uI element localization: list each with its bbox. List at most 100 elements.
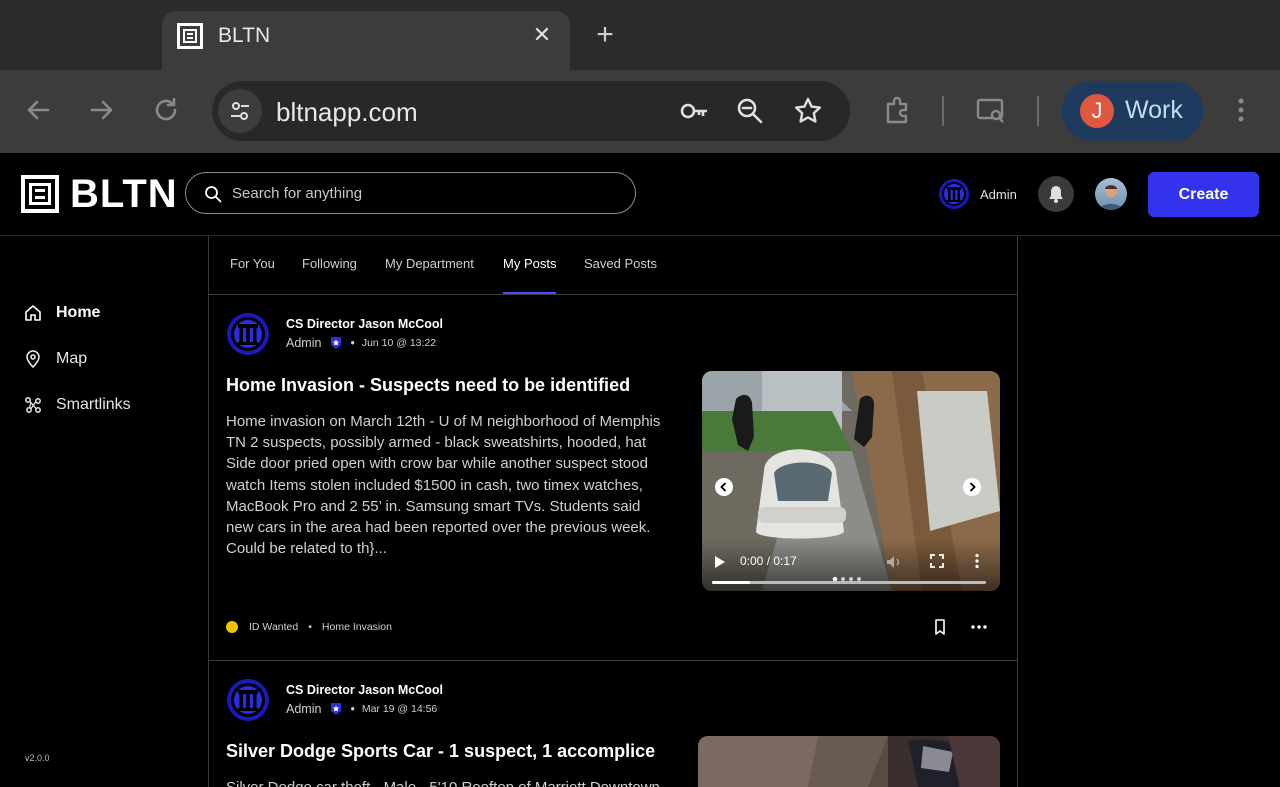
bltn-logo[interactable]: BLTN	[20, 171, 178, 216]
post-tag[interactable]: Home Invasion	[322, 621, 392, 633]
post-date: Jun 10 @ 13:22	[361, 337, 437, 349]
sidebar-item-smartlinks[interactable]: Smartlinks	[24, 393, 131, 417]
post-card[interactable]: CS Director Jason McCool Admin • Jun 10 …	[209, 295, 1017, 661]
more-options-icon[interactable]	[969, 617, 989, 637]
key-icon[interactable]	[678, 95, 710, 127]
app-header: BLTN Admin Create	[0, 153, 1280, 236]
sidebar-item-label: Map	[56, 350, 88, 367]
bltn-logo-icon	[21, 175, 59, 213]
toolbar-divider	[1037, 96, 1039, 126]
post-body-line: new cars in the area had been reported o…	[226, 519, 651, 537]
video-menu-icon[interactable]	[974, 553, 980, 569]
search-bar[interactable]	[185, 172, 636, 214]
zoom-icon[interactable]	[734, 95, 766, 127]
carousel-next-icon[interactable]	[963, 478, 981, 496]
tab-for-you[interactable]: For You	[230, 256, 275, 271]
post-date: Mar 19 @ 14:56	[361, 703, 438, 715]
address-bar[interactable]: bltnapp.com	[212, 81, 850, 141]
create-button[interactable]: Create	[1148, 172, 1259, 217]
video-progress-bar[interactable]	[712, 581, 986, 584]
post-video[interactable]: 0:00 / 0:17	[702, 371, 1000, 591]
post-video[interactable]	[698, 736, 1000, 787]
user-role: Admin	[980, 187, 1017, 202]
sidebar-item-map[interactable]: Map	[24, 347, 87, 371]
active-tab-indicator	[503, 292, 556, 294]
post-tag[interactable]: ID Wanted	[249, 621, 298, 633]
browser-tab[interactable]: BLTN ✕	[162, 11, 570, 70]
tab-title: BLTN	[218, 24, 271, 47]
video-frame-image	[698, 736, 1000, 787]
post-title[interactable]: Silver Dodge Sports Car - 1 suspect, 1 a…	[226, 741, 655, 762]
carousel-prev-icon[interactable]	[715, 478, 733, 496]
tab-search-icon[interactable]	[975, 94, 1007, 126]
post-author[interactable]: CS Director Jason McCool	[286, 317, 443, 331]
tune-icon	[231, 102, 249, 120]
post-tags: ID Wanted • Home Invasion	[226, 621, 392, 633]
admin-badge-icon	[331, 703, 342, 715]
back-icon[interactable]	[22, 94, 54, 126]
search-icon	[205, 186, 222, 203]
org-avatar-icon	[227, 679, 269, 721]
browser-menu-icon[interactable]	[1226, 94, 1256, 126]
home-icon	[25, 305, 41, 321]
new-tab-icon[interactable]: +	[590, 20, 620, 50]
video-progress-fill	[712, 581, 750, 584]
fullscreen-icon[interactable]	[930, 554, 944, 568]
reload-icon[interactable]	[150, 94, 182, 126]
post-meta: Admin • Mar 19 @ 14:56	[286, 702, 438, 716]
author-role: Admin	[286, 702, 322, 716]
site-info-button[interactable]	[218, 89, 262, 133]
network-icon	[25, 397, 41, 413]
tab-my-department[interactable]: My Department	[385, 256, 474, 271]
post-body: Home invasion on March 12th - U of M nei…	[226, 411, 666, 559]
mute-icon[interactable]	[886, 554, 902, 570]
post-author[interactable]: CS Director Jason McCool	[286, 683, 443, 697]
video-time: 0:00 / 0:17	[740, 554, 797, 568]
sidebar-item-label: Home	[56, 304, 101, 321]
post-meta: Admin • Jun 10 @ 13:22	[286, 336, 437, 350]
bookmark-star-icon[interactable]	[792, 95, 824, 127]
profile-name: Work	[1125, 96, 1183, 124]
profile-button[interactable]: J Work	[1062, 81, 1203, 141]
sidebar-item-home[interactable]: Home	[24, 301, 100, 325]
tab-following[interactable]: Following	[302, 256, 357, 271]
profile-avatar: J	[1080, 94, 1114, 128]
notifications-button[interactable]	[1038, 176, 1074, 212]
post-title[interactable]: Home Invasion - Suspects need to be iden…	[226, 375, 630, 396]
tab-my-posts[interactable]: My Posts	[503, 256, 556, 271]
post-body: Silver Dodge car theft - Male - 5'10 Roo…	[226, 777, 666, 787]
post-body-line: Side door pried open with crow bar while…	[226, 455, 648, 473]
tab-close-icon[interactable]: ✕	[528, 21, 556, 49]
admin-badge-icon	[331, 337, 342, 349]
user-avatar[interactable]	[1095, 178, 1127, 210]
feed-tabs: For You Following My Department My Posts…	[209, 236, 1017, 295]
extensions-icon[interactable]	[882, 94, 914, 126]
search-input[interactable]	[232, 173, 622, 213]
post-body-line: Silver Dodge car theft - Male - 5'10 Roo…	[226, 777, 666, 787]
tab-saved-posts[interactable]: Saved Posts	[584, 256, 657, 271]
status-dot	[226, 621, 238, 633]
post-body-line: Home invasion on March 12th - U of M nei…	[226, 413, 661, 430]
post-body-line: Could be related to th}...	[226, 540, 387, 558]
post-card[interactable]: CS Director Jason McCool Admin • Mar 19 …	[209, 661, 1017, 787]
logo-text: BLTN	[70, 171, 178, 216]
toolbar-divider	[942, 96, 944, 126]
org-avatar-icon	[227, 313, 269, 355]
sidebar-item-label: Smartlinks	[56, 396, 131, 413]
sidebar: Home Map Smartlinks v2.0.0	[0, 236, 208, 787]
post-body-line: watch Items stolen included $1500 in cas…	[226, 476, 643, 494]
play-icon[interactable]	[714, 555, 726, 569]
bell-icon	[1049, 186, 1063, 203]
org-badge-icon[interactable]	[938, 178, 970, 210]
bookmark-icon[interactable]	[930, 617, 950, 637]
app-version: v2.0.0	[25, 753, 50, 763]
main-feed: For You Following My Department My Posts…	[208, 236, 1018, 787]
bltn-favicon-icon	[177, 23, 203, 49]
post-body-line: MacBook Pro and 2 55’ in. Samsung smart …	[226, 497, 641, 515]
author-role: Admin	[286, 336, 322, 350]
browser-chrome: BLTN ✕ + bltnapp.com J Work	[0, 0, 1280, 153]
url-text[interactable]: bltnapp.com	[276, 97, 418, 128]
tab-strip: BLTN ✕ +	[0, 0, 1280, 70]
forward-icon[interactable]	[86, 94, 118, 126]
map-pin-icon	[26, 350, 40, 368]
